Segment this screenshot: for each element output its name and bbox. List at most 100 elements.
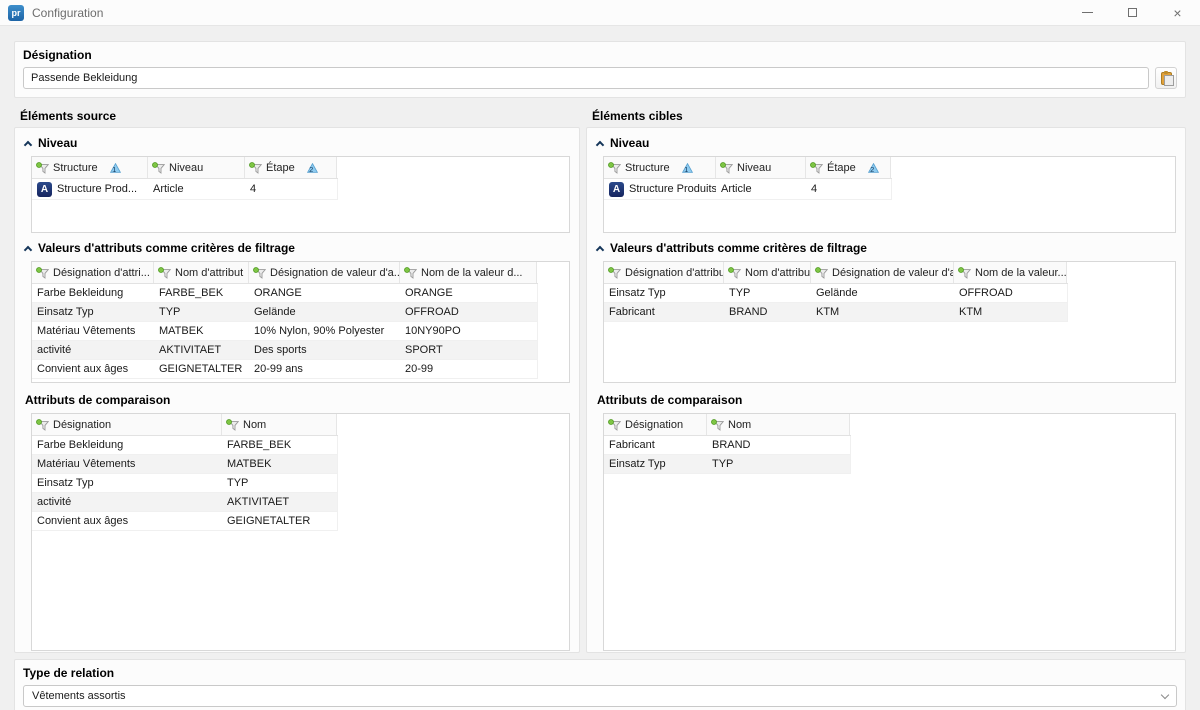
target-niveau-table: Structure1NiveauÉtape2AStructure Produit… — [603, 156, 1176, 233]
table-cell: FARBE_BEK — [222, 436, 337, 454]
filter-icon[interactable] — [404, 267, 417, 279]
source-niveau-table: Structure1NiveauÉtape2AStructure Prod...… — [31, 156, 570, 233]
table-row[interactable]: FabricantBRANDKTMKTM — [604, 303, 1068, 322]
filter-icon[interactable] — [36, 162, 49, 174]
column-header[interactable]: Nom — [707, 414, 850, 435]
filter-icon[interactable] — [608, 419, 621, 431]
table-cell: Einsatz Typ — [32, 303, 154, 321]
column-header[interactable]: Désignation d'attri... — [32, 262, 154, 283]
column-header[interactable]: Nom de la valeur d... — [400, 262, 537, 283]
filter-icon[interactable] — [253, 267, 266, 279]
column-header-label: Structure — [625, 162, 670, 174]
table-row[interactable]: Matériau Vêtements MATBEK — [32, 455, 338, 474]
table-row[interactable]: FabricantBRAND — [604, 436, 851, 455]
column-header[interactable]: Niveau — [716, 157, 806, 178]
column-header-label: Étape — [266, 162, 295, 174]
column-header[interactable]: Nom d'attribut — [154, 262, 249, 283]
minimize-button[interactable] — [1065, 0, 1110, 26]
table-cell: TYP — [222, 474, 337, 492]
table-cell: Einsatz Typ — [604, 455, 707, 473]
column-header[interactable]: Étape2 — [245, 157, 337, 178]
column-header[interactable]: Structure1 — [604, 157, 716, 178]
filter-icon[interactable] — [226, 419, 239, 431]
filter-icon[interactable] — [810, 162, 823, 174]
table-row[interactable]: Farbe BekleidungFARBE_BEKORANGEORANGE — [32, 284, 538, 303]
table-row[interactable]: activitéAKTIVITAET — [32, 493, 338, 512]
relation-label: Type de relation — [23, 666, 1177, 680]
table-cell: Gelände — [249, 303, 400, 321]
minimize-icon — [1082, 12, 1093, 13]
table-row[interactable]: Einsatz TypTYPGeländeOFFROAD — [604, 284, 1068, 303]
relation-value: Vêtements assortis — [32, 690, 1162, 702]
cell-text: FARBE_BEK — [159, 287, 223, 299]
table-header-row: Désignation d'attributNom d'attributDési… — [604, 262, 1068, 284]
close-button[interactable]: × — [1155, 0, 1200, 26]
target-panel: Niveau Structure1NiveauÉtape2AStructure … — [586, 127, 1186, 653]
column-header[interactable]: Nom d'attribut — [724, 262, 811, 283]
cell-text: Des sports — [254, 344, 307, 356]
column-header[interactable]: Niveau — [148, 157, 245, 178]
source-comparison-table: DésignationNomFarbe BekleidungFARBE_BEKM… — [31, 413, 570, 651]
paste-button[interactable] — [1155, 67, 1177, 89]
designation-input[interactable] — [23, 67, 1149, 89]
filter-icon[interactable] — [958, 267, 971, 279]
table-cell: GEIGNETALTER — [222, 512, 337, 530]
table-cell: 4 — [806, 179, 891, 199]
filter-icon[interactable] — [711, 419, 724, 431]
target-niveau-header[interactable]: Niveau — [596, 136, 1176, 150]
filter-icon[interactable] — [608, 267, 621, 279]
column-header[interactable]: Désignation de valeur d'a... — [249, 262, 400, 283]
source-filters-header[interactable]: Valeurs d'attributs comme critères de fi… — [24, 241, 570, 255]
filter-icon[interactable] — [36, 419, 49, 431]
filter-icon[interactable] — [36, 267, 49, 279]
table-row[interactable]: Farbe BekleidungFARBE_BEK — [32, 436, 338, 455]
table-cell: Des sports — [249, 341, 400, 359]
table-cell: ORANGE — [249, 284, 400, 302]
article-structure-icon: A — [37, 182, 52, 197]
table-cell: ORANGE — [400, 284, 537, 302]
maximize-button[interactable] — [1110, 0, 1155, 26]
cell-text: 4 — [250, 183, 256, 195]
cell-text: ORANGE — [405, 287, 453, 299]
column-header[interactable]: Désignation — [32, 414, 222, 435]
cell-text: MATBEK — [227, 458, 271, 470]
collapse-caret-icon — [24, 141, 32, 149]
table-row[interactable]: AStructure Prod...Article4 — [32, 179, 338, 200]
filter-icon[interactable] — [152, 162, 165, 174]
filter-icon[interactable] — [815, 267, 828, 279]
table-row[interactable]: Einsatz TypTYP — [604, 455, 851, 474]
cell-text: 10NY90PO — [405, 325, 461, 337]
source-niveau-header[interactable]: Niveau — [24, 136, 570, 150]
filter-icon[interactable] — [249, 162, 262, 174]
cell-text: Article — [721, 183, 752, 195]
cell-text: Convient aux âges — [37, 515, 128, 527]
column-header[interactable]: Désignation de valeur d'a... — [811, 262, 954, 283]
column-header[interactable]: Nom de la valeur... — [954, 262, 1067, 283]
table-row[interactable]: AStructure ProduitsArticle4 — [604, 179, 892, 200]
table-row[interactable]: Convient aux âgesGEIGNETALTER20-99 ans20… — [32, 360, 538, 379]
cell-text: KTM — [959, 306, 982, 318]
column-header[interactable]: Désignation — [604, 414, 707, 435]
column-header[interactable]: Structure1 — [32, 157, 148, 178]
column-header[interactable]: Désignation d'attribut — [604, 262, 724, 283]
cell-text: Matériau Vêtements — [37, 458, 135, 470]
table-row[interactable]: activitéAKTIVITAETDes sportsSPORT — [32, 341, 538, 360]
filter-icon[interactable] — [158, 267, 171, 279]
table-row[interactable]: Einsatz TypTYPGeländeOFFROAD — [32, 303, 538, 322]
target-filters-header[interactable]: Valeurs d'attributs comme critères de fi… — [596, 241, 1176, 255]
filter-icon[interactable] — [728, 267, 741, 279]
column-header-label: Structure — [53, 162, 98, 174]
target-filters-table: Désignation d'attributNom d'attributDési… — [603, 261, 1176, 383]
column-header[interactable]: Étape2 — [806, 157, 891, 178]
filter-icon[interactable] — [720, 162, 733, 174]
column-header[interactable]: Nom — [222, 414, 337, 435]
table-row[interactable]: Matériau VêtementsMATBEK10% Nylon, 90% P… — [32, 322, 538, 341]
relation-dropdown[interactable]: Vêtements assortis — [23, 685, 1177, 707]
svg-text:2: 2 — [870, 165, 874, 173]
table-row[interactable]: Convient aux âges GEIGNETALTER — [32, 512, 338, 531]
cell-text: TYP — [227, 477, 248, 489]
table-cell: FARBE_BEK — [154, 284, 249, 302]
filter-icon[interactable] — [608, 162, 621, 174]
table-row[interactable]: Einsatz TypTYP — [32, 474, 338, 493]
table-cell: Matériau Vêtements — [32, 455, 222, 473]
